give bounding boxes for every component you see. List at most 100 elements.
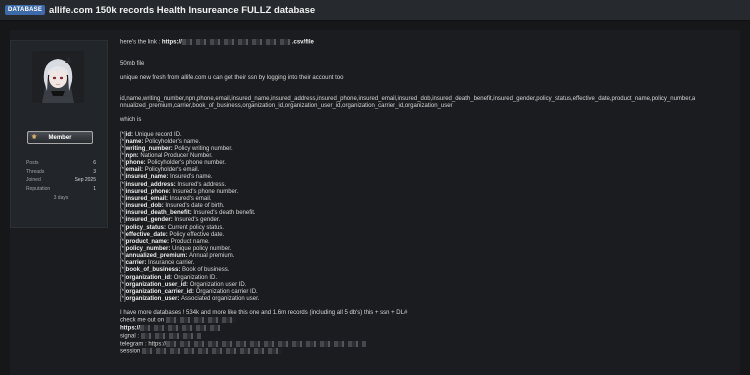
field-item: [*]organization_id: Organization ID.: [120, 274, 218, 281]
field-desc: Insured's gender.: [174, 217, 221, 224]
field-desc: Insured's date of birth.: [165, 203, 225, 210]
time-online: 3 days: [53, 195, 69, 201]
field-key: name: [125, 138, 142, 145]
link-line: here's the link : https:// .csv/file: [120, 39, 740, 47]
stat-value: 3: [93, 168, 96, 175]
thread-header: DATABASE allife.com 150k records Health …: [0, 0, 750, 21]
field-desc: Associated organization user.: [181, 296, 260, 303]
stat-label: Threads: [26, 168, 45, 175]
field-desc: Current policy status.: [167, 224, 225, 231]
field-key: effective_date: [125, 231, 166, 238]
download-link-end[interactable]: .csv/file: [292, 40, 314, 46]
field-key: organization_carrier_id: [125, 288, 193, 295]
check-me: check me out on: [120, 317, 740, 325]
thread-title: allife.com 150k records Health Insureanc…: [49, 4, 316, 16]
stat-threads: Threads 3: [26, 169, 96, 178]
session-label: session: [120, 348, 141, 355]
field-item: [*]insured_gender: Insured's gender.: [120, 217, 221, 224]
field-key: organization_id: [125, 274, 171, 281]
columns-line: nnualized_premium,carrier,book_of_busine…: [120, 103, 453, 110]
field-desc: Organization ID.: [173, 274, 218, 281]
field-desc: Book of business.: [182, 267, 230, 274]
redacted-text: [140, 332, 201, 339]
field-item: [*]policy_status: Current policy status.: [120, 224, 225, 231]
avatar-image: [32, 51, 84, 103]
redacted-text: [181, 39, 292, 45]
field-item: [*]organization_user: Associated organiz…: [120, 296, 260, 303]
rank-icon: ⚜: [31, 134, 38, 141]
redacted-text: [166, 340, 367, 347]
contact-link: https://: [120, 325, 740, 333]
download-link[interactable]: https://: [162, 40, 182, 46]
telegram-label[interactable]: telegram : https://: [120, 341, 166, 347]
field-desc: National Producer Number.: [140, 152, 213, 159]
redacted-text: [140, 325, 220, 332]
field-key: insured_phone: [125, 188, 169, 195]
link-prefix: here's the link :: [120, 39, 162, 46]
field-key: insured_dob: [125, 203, 162, 210]
field-desc: Policyholder's phone number.: [147, 160, 226, 167]
field-item: [*]name: Policyholder's name.: [120, 138, 201, 145]
redacted-text: [165, 317, 236, 324]
field-item: [*]insured_name: Insured's name.: [120, 174, 213, 181]
stat-label: Joined: [26, 177, 41, 183]
field-key: npn: [125, 152, 137, 159]
stat-label: Reputation: [26, 185, 51, 192]
field-desc: Insured's email.: [169, 195, 212, 202]
field-item: [*]effective_date: Policy effective date…: [120, 231, 225, 238]
file-size: 50mb file: [120, 60, 145, 67]
field-desc: Unique policy number.: [172, 246, 232, 253]
field-item: [*]email: Policyholder's email.: [120, 167, 200, 174]
which-is: which is: [120, 117, 142, 124]
post-container: ⚜ Member Posts 6 Threads 3 Joined Sep 2025 …: [10, 30, 740, 375]
field-key: policy_number: [125, 246, 169, 253]
field-key: insured_address: [125, 181, 174, 188]
field-desc: Insured's name.: [170, 174, 213, 181]
field-key: organization_user: [125, 296, 178, 303]
session-line: session: [120, 348, 740, 356]
stat-posts: Posts 6: [26, 160, 96, 169]
field-key: carrier: [125, 260, 145, 267]
stat-value: 6: [93, 160, 96, 166]
stat-value: Sep 2025: [74, 177, 96, 183]
field-item: [*]insured_dob: Insured's date of birth.: [120, 203, 225, 210]
field-key: insured_gender: [125, 217, 171, 224]
field-desc: Annual premium.: [189, 253, 235, 260]
field-key: writing_number: [125, 145, 171, 152]
description: unique new fresh from allife.com u can g…: [120, 74, 344, 81]
contact-url[interactable]: https://: [120, 326, 140, 332]
field-desc: Policy effective date.: [169, 231, 225, 238]
field-desc: Policyholder's name.: [145, 138, 201, 145]
field-item: [*]phone: Policyholder's phone number.: [120, 160, 226, 167]
field-desc: Product name.: [170, 238, 210, 245]
rank-label: Member: [48, 134, 72, 141]
field-item: [*]product_name: Product name.: [120, 238, 210, 245]
field-desc: Policyholder's email.: [144, 167, 200, 174]
stat-value: 1: [93, 185, 96, 192]
field-item: [*]insured_death_benefit: Insured's deat…: [120, 210, 256, 217]
field-desc: Organization user ID.: [189, 281, 247, 288]
field-desc: Insured's address.: [177, 181, 227, 188]
field-item: [*]organization_carrier_id: Organization…: [120, 288, 258, 295]
field-item: [*]insured_address: Insured's address.: [120, 181, 227, 188]
field-key: email: [125, 167, 142, 174]
category-badge[interactable]: DATABASE: [5, 5, 46, 15]
field-item: [*]policy_number: Unique policy number.: [120, 246, 232, 253]
avatar[interactable]: [32, 51, 84, 103]
field-key: organization_user_id: [125, 281, 187, 288]
telegram-line: telegram : https://: [120, 340, 740, 349]
rank-badge: ⚜ Member: [27, 131, 93, 144]
field-key: insured_name: [125, 174, 167, 181]
user-panel: ⚜ Member Posts 6 Threads 3 Joined Sep 2025 …: [10, 40, 108, 228]
stat-label: Posts: [26, 160, 39, 166]
field-item: [*]insured_email: Insured's email.: [120, 195, 212, 202]
signal-line: signal :: [120, 332, 740, 341]
field-item: [*]npn: National Producer Number.: [120, 152, 213, 159]
columns-line: id,name,writing_number,npn,phone,email,i…: [120, 96, 696, 103]
field-key: product_name: [125, 238, 168, 245]
field-key: insured_email: [125, 195, 167, 202]
field-item: [*]annualized_premium: Annual premium.: [120, 253, 235, 260]
field-item: [*]carrier: Insurance carrier.: [120, 260, 195, 267]
field-item: [*]id: Unique record ID.: [120, 131, 182, 138]
redacted-text: [142, 348, 283, 355]
